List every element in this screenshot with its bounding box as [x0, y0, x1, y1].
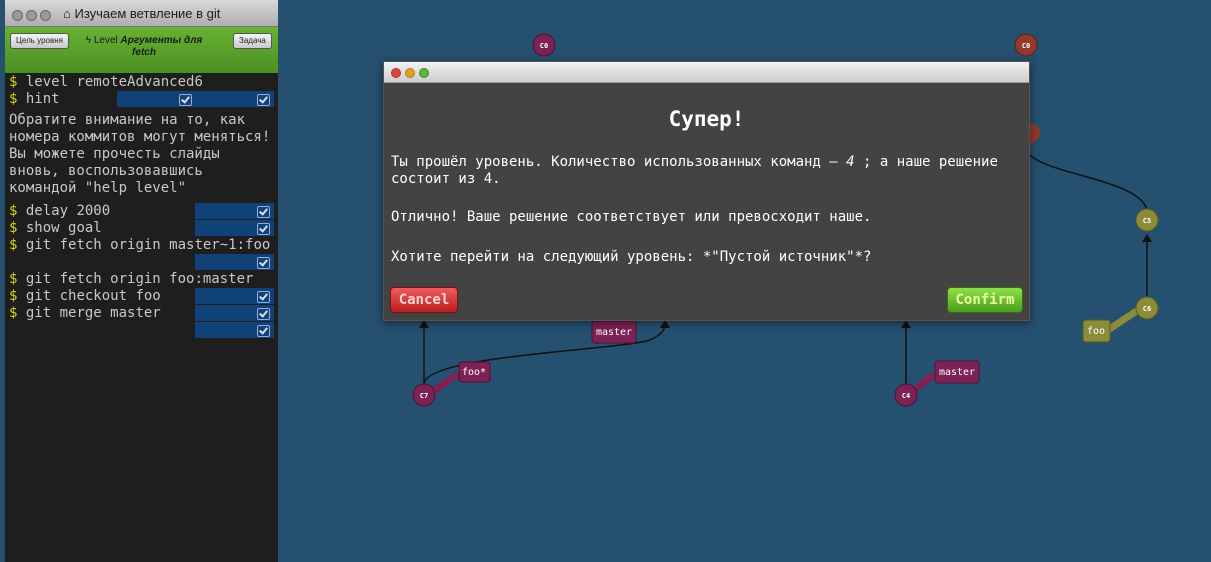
cancel-button[interactable]: Cancel: [390, 287, 458, 313]
command-status: [195, 220, 274, 236]
command-line: $ level remoteAdvanced6: [9, 74, 203, 90]
command-status: [117, 91, 274, 107]
svg-text:C7: C7: [420, 392, 428, 400]
task-button[interactable]: Задача: [233, 33, 272, 49]
confirm-button[interactable]: Confirm: [947, 287, 1023, 313]
dialog-message-commands: Ты прошёл уровень. Количество использова…: [391, 154, 998, 187]
check-icon: [257, 325, 270, 337]
maximize-dot[interactable]: [40, 10, 51, 21]
command-line: [5, 322, 278, 339]
dialog-title: Супер!: [668, 107, 745, 131]
level-label: ϟ Level Аргументы для fetch: [85, 35, 203, 58]
svg-text:master: master: [939, 367, 975, 378]
command-line: $ git merge master: [5, 305, 278, 322]
dialog-titlebar: [384, 62, 1029, 83]
commit-node: C4: [894, 383, 918, 407]
command-status: [195, 288, 274, 304]
commit-node: C0: [532, 33, 556, 57]
command-count: 4: [846, 154, 855, 170]
dialog-message-result: Отлично! Ваше решение соответствует или …: [391, 209, 872, 225]
terminal-output: $ level remoteAdvanced6 $ hint Обратите …: [5, 73, 278, 339]
command-line: $ git fetch origin master~1:foo: [5, 237, 278, 271]
branch-label: foo: [1082, 319, 1111, 343]
commit-node: C6: [1135, 296, 1159, 320]
commit-node: C0: [1014, 33, 1038, 57]
arrowhead: [1142, 234, 1152, 242]
foo-star-arrow: [430, 371, 460, 395]
svg-text:C6: C6: [1143, 305, 1151, 313]
branch-label: foo*: [458, 361, 491, 383]
svg-text:C5: C5: [1143, 217, 1151, 225]
level-bar: Цель уровня ϟ Level Аргументы для fetch …: [5, 27, 278, 73]
command-line: $ git fetch origin foo:master: [9, 271, 254, 287]
check-icon: [257, 308, 270, 320]
close-dot[interactable]: [391, 68, 401, 78]
svg-text:C0: C0: [1022, 42, 1030, 50]
command-status: [195, 203, 274, 219]
commit-node: C5: [1135, 208, 1159, 232]
command-line: $ delay 2000: [5, 203, 278, 220]
branch-label: master: [934, 360, 980, 384]
svg-text:foo*: foo*: [462, 367, 486, 378]
arrowhead: [660, 320, 670, 328]
commit-node: C7: [412, 383, 436, 407]
arrowhead: [901, 320, 911, 328]
check-icon: [257, 223, 270, 235]
minimize-dot[interactable]: [405, 68, 415, 78]
foo-arrow: [1106, 307, 1140, 333]
command-panel: ⌂ Изучаем ветвление в git Цель уровня ϟ …: [5, 0, 278, 562]
maximize-dot[interactable]: [419, 68, 429, 78]
command-status: [195, 305, 274, 321]
panel-title: ⌂ Изучаем ветвление в git: [63, 6, 221, 21]
dialog-message-next: Хотите перейти на следующий уровень: *"П…: [391, 249, 872, 265]
level-name: Аргументы для fetch: [120, 35, 203, 58]
command-line: $ show goal: [5, 220, 278, 237]
goal-button[interactable]: Цель уровня: [10, 33, 69, 49]
svg-text:C4: C4: [902, 392, 910, 400]
command-status: [195, 254, 274, 270]
branch-label: master: [591, 320, 637, 344]
hint-text: Обратите внимание на то, как номера комм…: [9, 112, 271, 196]
close-dot[interactable]: [12, 10, 23, 21]
check-icon: [257, 291, 270, 303]
minimize-dot[interactable]: [26, 10, 37, 21]
check-icon: [257, 206, 270, 218]
lightning-icon: ϟ: [85, 35, 92, 46]
level-complete-dialog: Супер! Ты прошёл уровень. Количество исп…: [383, 61, 1030, 321]
home-icon: ⌂: [63, 6, 71, 21]
svg-text:C0: C0: [540, 42, 548, 50]
check-icon: [257, 257, 270, 269]
edge-c5-parent: [1029, 154, 1148, 211]
command-status: [195, 322, 274, 338]
arrowhead: [419, 320, 429, 328]
command-line: $ git checkout foo: [5, 288, 278, 305]
svg-text:foo: foo: [1087, 326, 1105, 337]
command-line: $ hint: [5, 91, 278, 108]
check-icon: [257, 94, 270, 106]
check-icon: [179, 94, 192, 106]
svg-text:master: master: [596, 327, 632, 338]
panel-titlebar: ⌂ Изучаем ветвление в git: [5, 0, 278, 27]
